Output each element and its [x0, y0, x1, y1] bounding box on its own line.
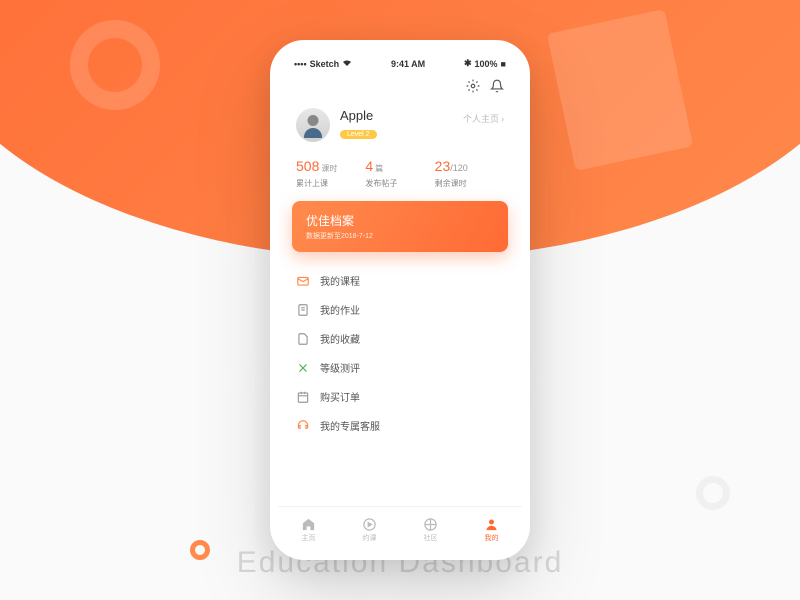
stat-max: /120	[450, 163, 468, 173]
doc-icon	[296, 303, 310, 317]
banner-title: 优佳档案	[306, 212, 494, 229]
stat-label: 累计上课	[296, 178, 365, 189]
stat-value: 508	[296, 158, 319, 174]
carrier-text: Sketch	[310, 59, 340, 69]
banner-subtitle: 数据更新至2018-7-12	[306, 231, 494, 241]
stat-label: 发布帖子	[365, 178, 434, 189]
phone-mockup: •••• Sketch 9:41 AM ✱ 100% ■ Apple Level…	[270, 40, 530, 560]
menu-label: 我的作业	[320, 302, 360, 317]
stat-unit: 课时	[321, 164, 337, 173]
menu-item-favorites[interactable]: 我的收藏	[296, 324, 504, 353]
stats-row: 508课时 累计上课 4篇 发布帖子 23/120 剩余课时	[278, 152, 522, 201]
profile-archive-banner[interactable]: 优佳档案 数据更新至2018-7-12	[292, 201, 508, 252]
stat-value: 23	[435, 158, 451, 174]
menu-label: 等级测评	[320, 360, 360, 375]
settings-icon[interactable]	[466, 79, 480, 98]
username: Apple	[340, 108, 463, 123]
bg-decoration-circle	[696, 476, 730, 510]
menu-item-orders[interactable]: 购买订单	[296, 382, 504, 411]
profile-section: Apple Level 2 个人主页 ›	[278, 100, 522, 152]
stat-item[interactable]: 508课时 累计上课	[296, 158, 365, 189]
menu-item-homework[interactable]: 我的作业	[296, 295, 504, 324]
menu-list: 我的课程 我的作业 我的收藏 等级测评 购买订单 我的专属客服	[278, 266, 522, 440]
mail-icon	[296, 274, 310, 288]
avatar[interactable]	[296, 108, 330, 142]
bluetooth-icon: ✱	[464, 58, 472, 69]
homepage-link[interactable]: 个人主页 ›	[463, 112, 504, 125]
menu-label: 购买订单	[320, 389, 360, 404]
menu-label: 我的专属客服	[320, 418, 380, 433]
calendar-icon	[296, 390, 310, 404]
tab-label: 我的	[485, 533, 499, 543]
menu-label: 我的课程	[320, 273, 360, 288]
wifi-icon	[342, 59, 352, 69]
menu-item-courses[interactable]: 我的课程	[296, 266, 504, 295]
file-icon	[296, 332, 310, 346]
battery-text: 100%	[475, 59, 498, 69]
level-badge: Level 2	[340, 130, 377, 139]
stat-item[interactable]: 4篇 发布帖子	[365, 158, 434, 189]
cross-icon	[296, 361, 310, 375]
bell-icon[interactable]	[490, 79, 504, 98]
menu-label: 我的收藏	[320, 331, 360, 346]
battery-icon: ■	[501, 59, 506, 69]
stat-value: 4	[365, 158, 373, 174]
stat-unit: 篇	[375, 164, 383, 173]
tab-booking[interactable]: 约课	[339, 507, 400, 552]
headset-icon	[296, 419, 310, 433]
menu-item-support[interactable]: 我的专属客服	[296, 411, 504, 440]
tab-home[interactable]: 主页	[278, 507, 339, 552]
tab-label: 社区	[424, 533, 438, 543]
tab-profile[interactable]: 我的	[461, 507, 522, 552]
homepage-label: 个人主页	[463, 112, 499, 125]
tab-bar: 主页 约课 社区 我的	[278, 506, 522, 552]
tab-label: 主页	[302, 533, 316, 543]
stat-item[interactable]: 23/120 剩余课时	[435, 158, 504, 189]
chevron-right-icon: ›	[501, 114, 504, 124]
status-time: 9:41 AM	[391, 59, 425, 69]
tab-community[interactable]: 社区	[400, 507, 461, 552]
tab-label: 约课	[363, 533, 377, 543]
status-bar: •••• Sketch 9:41 AM ✱ 100% ■	[278, 48, 522, 75]
stat-label: 剩余课时	[435, 178, 504, 189]
bg-decoration-circle	[70, 20, 160, 110]
signal-icon: ••••	[294, 59, 307, 69]
menu-item-level-test[interactable]: 等级测评	[296, 353, 504, 382]
